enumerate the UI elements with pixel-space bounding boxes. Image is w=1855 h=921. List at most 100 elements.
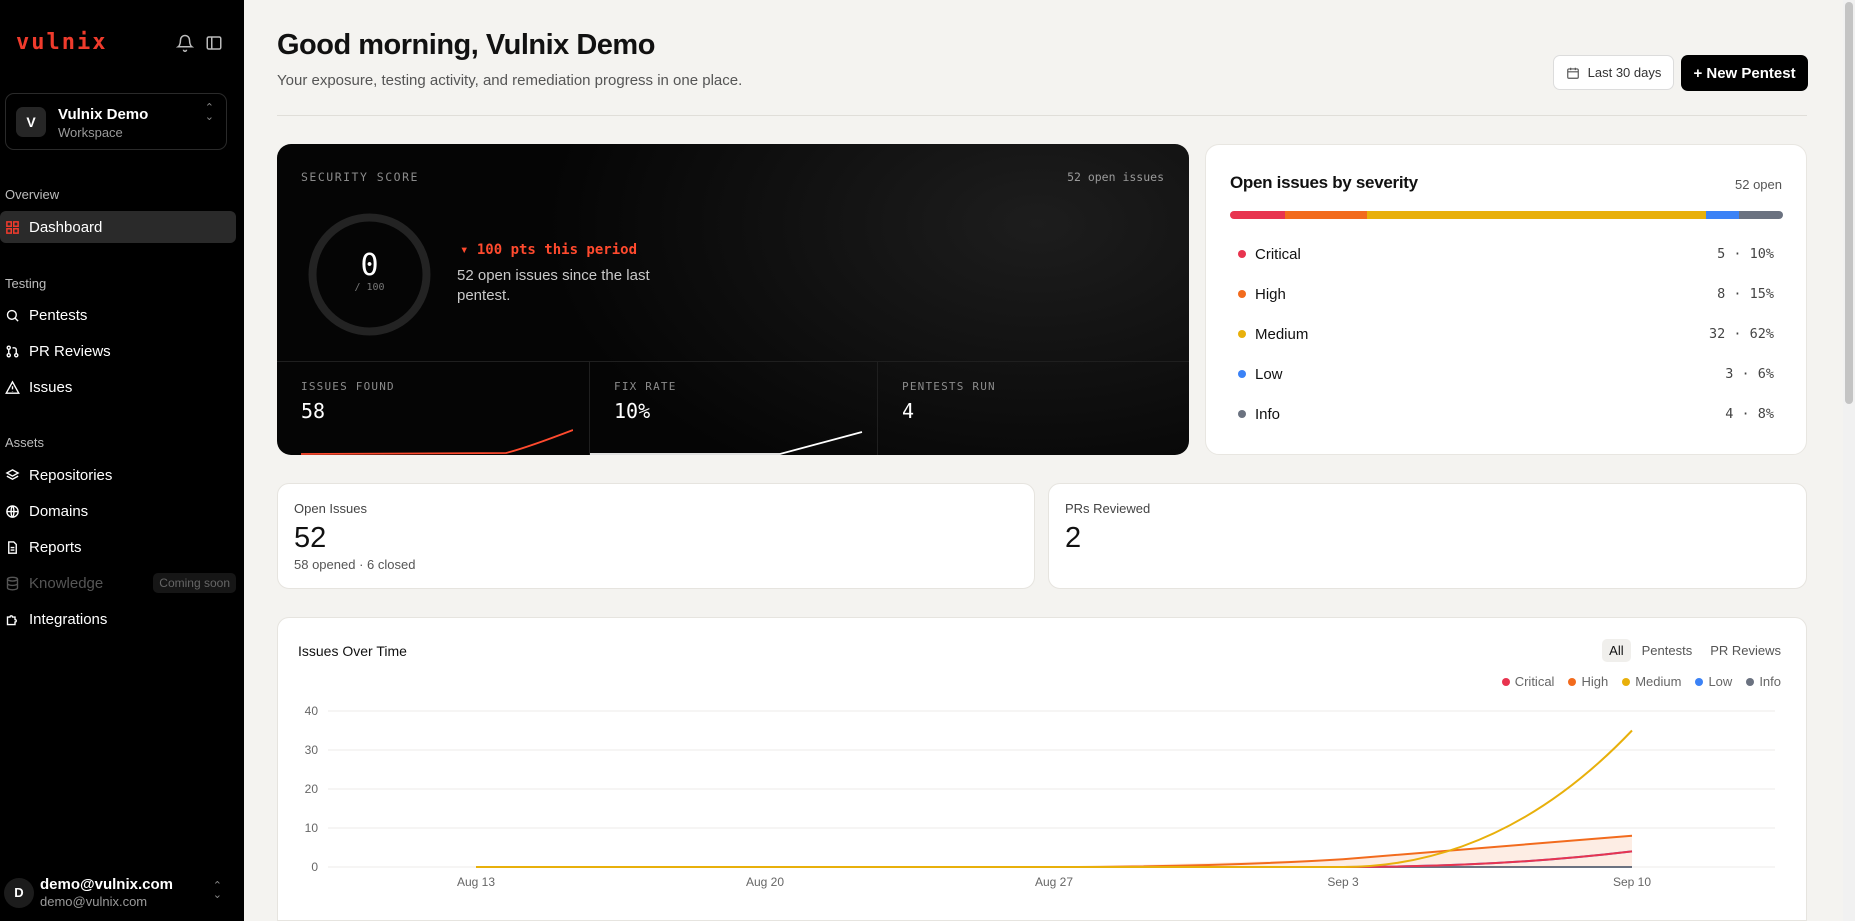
- severity-bar-segment-medium: [1366, 211, 1707, 219]
- severity-card: Open issues by severity 52 open Critical…: [1205, 144, 1807, 455]
- logo: vulnix: [16, 30, 108, 55]
- stat-label: PENTESTS RUN: [902, 380, 996, 393]
- user-menu[interactable]: D demo@vulnix.com demo@vulnix.com ⌃ ⌄: [4, 874, 236, 914]
- prs-reviewed-card[interactable]: PRs Reviewed 2: [1048, 483, 1807, 589]
- new-pentest-button[interactable]: + New Pentest: [1681, 55, 1808, 91]
- sidebar-item-label: Integrations: [29, 610, 108, 628]
- sidebar-item-issues[interactable]: Issues: [0, 371, 236, 403]
- chevron-updown-icon: ⌃ ⌄: [212, 880, 222, 901]
- scrollbar[interactable]: [1843, 0, 1855, 921]
- sidebar: vulnix V Vulnix Demo Workspace ⌃ ⌄ Overvi…: [0, 0, 244, 921]
- y-tick-label: 30: [305, 743, 319, 757]
- stat-value: 10%: [614, 399, 651, 423]
- sidebar-item-label: PR Reviews: [29, 342, 111, 360]
- page-title: Good morning, Vulnix Demo: [277, 29, 655, 61]
- severity-value: 5 · 10%: [1717, 246, 1774, 262]
- x-tick-label: Aug 20: [746, 875, 784, 889]
- series-line-medium: [476, 729, 1633, 868]
- security-score-label: SECURITY SCORE: [301, 170, 419, 184]
- sidebar-item-label: Repositories: [29, 466, 113, 484]
- page-subtitle: Your exposure, testing activity, and rem…: [277, 72, 743, 89]
- severity-row-medium[interactable]: Medium 32 · 62%: [1230, 323, 1783, 347]
- section-overview: Overview: [5, 187, 60, 202]
- sidebar-item-label: Pentests: [29, 306, 88, 324]
- globe-icon: [6, 504, 19, 518]
- x-tick-label: Aug 27: [1035, 875, 1073, 889]
- chevron-updown-icon: ⌃ ⌄: [204, 102, 214, 123]
- open-issues-count: 52 open issues: [1067, 170, 1164, 184]
- x-tick-label: Sep 3: [1327, 875, 1359, 889]
- sidebar-item-pr-reviews[interactable]: PR Reviews: [0, 335, 236, 367]
- severity-row-critical[interactable]: Critical 5 · 10%: [1230, 243, 1783, 267]
- bell-icon[interactable]: [176, 34, 194, 52]
- severity-row-info[interactable]: Info 4 · 8%: [1230, 403, 1783, 427]
- user-email: demo@vulnix.com: [40, 876, 173, 893]
- severity-bar-segment-critical: [1230, 211, 1285, 219]
- sidebar-item-dashboard[interactable]: Dashboard: [0, 211, 236, 243]
- database-icon: [6, 576, 19, 590]
- workspace-type: Workspace: [58, 125, 123, 140]
- coming-soon-badge: Coming soon: [153, 573, 236, 593]
- severity-row-high[interactable]: High 8 · 15%: [1230, 283, 1783, 307]
- medium-dot: [1238, 330, 1246, 338]
- sidebar-item-integrations[interactable]: Integrations: [0, 603, 236, 635]
- issues-found-sparkline: [301, 429, 573, 455]
- stat-pentests-run: PENTESTS RUN 4: [877, 362, 1189, 455]
- date-range-button[interactable]: Last 30 days: [1553, 55, 1674, 90]
- dashboard-icon: [6, 220, 19, 234]
- sidebar-item-domains[interactable]: Domains: [0, 495, 236, 527]
- stat-fix-rate: FIX RATE 10%: [589, 362, 877, 455]
- severity-name: Info: [1255, 406, 1281, 423]
- sidebar-item-label: Knowledge: [29, 574, 104, 592]
- avatar: D: [4, 878, 34, 908]
- workspace-switcher[interactable]: V Vulnix Demo Workspace ⌃ ⌄: [5, 93, 227, 150]
- warning-triangle-icon: [5, 379, 20, 394]
- severity-name: Low: [1255, 366, 1283, 383]
- puzzle-icon: [6, 614, 17, 625]
- sidebar-item-reports[interactable]: Reports: [0, 531, 236, 563]
- score-max: / 100: [354, 282, 385, 293]
- stat-issues-found: ISSUES FOUND 58: [277, 362, 589, 455]
- low-dot: [1238, 370, 1246, 378]
- sidebar-item-knowledge: Knowledge Coming soon: [0, 567, 236, 599]
- card-label: Open Issues: [294, 501, 367, 516]
- high-dot: [1238, 290, 1246, 298]
- severity-bar-segment-high: [1284, 211, 1367, 219]
- fix-rate-sparkline: [590, 431, 863, 455]
- card-value: 2: [1065, 522, 1082, 554]
- sidebar-toggle-icon[interactable]: [205, 34, 223, 52]
- high-area: [476, 835, 1632, 867]
- scrollbar-thumb[interactable]: [1845, 2, 1853, 404]
- critical-dot: [1238, 250, 1246, 258]
- card-label: PRs Reviewed: [1065, 501, 1151, 516]
- sidebar-item-pentests[interactable]: Pentests: [0, 299, 236, 331]
- stat-value: 4: [902, 399, 915, 423]
- severity-value: 4 · 8%: [1725, 406, 1774, 422]
- severity-name: Critical: [1255, 246, 1301, 263]
- sidebar-item-label: Domains: [29, 502, 89, 520]
- y-tick-label: 0: [311, 860, 318, 874]
- sidebar-item-label: Reports: [29, 538, 82, 556]
- severity-bar-segment-info: [1739, 211, 1783, 219]
- severity-name: Medium: [1255, 326, 1309, 343]
- info-dot: [1238, 410, 1246, 418]
- severity-row-low[interactable]: Low 3 · 6%: [1230, 363, 1783, 387]
- x-tick-label: Sep 10: [1613, 875, 1651, 889]
- x-tick-label: Aug 13: [457, 875, 495, 889]
- stat-label: FIX RATE: [614, 380, 677, 393]
- divider: [277, 115, 1807, 116]
- layers-icon: [5, 468, 20, 480]
- search-icon: [6, 309, 19, 322]
- user-sub: demo@vulnix.com: [40, 894, 148, 909]
- card-sub: 58 opened · 6 closed: [294, 557, 416, 572]
- workspace-avatar: V: [16, 107, 46, 137]
- open-issues-card[interactable]: Open Issues 52 58 opened · 6 closed: [277, 483, 1035, 589]
- stat-label: ISSUES FOUND: [301, 380, 395, 393]
- score-value: 0: [360, 248, 379, 283]
- severity-title: Open issues by severity: [1230, 173, 1418, 192]
- severity-value: 3 · 6%: [1725, 366, 1774, 382]
- y-tick-label: 40: [305, 704, 319, 718]
- sidebar-item-repositories[interactable]: Repositories: [0, 459, 236, 491]
- issues-over-time-chart: 0 10 20 30 40 Aug 13 Aug 20 Aug 27 Sep 3 Sep 10: [305, 704, 1775, 889]
- severity-name: High: [1255, 286, 1286, 303]
